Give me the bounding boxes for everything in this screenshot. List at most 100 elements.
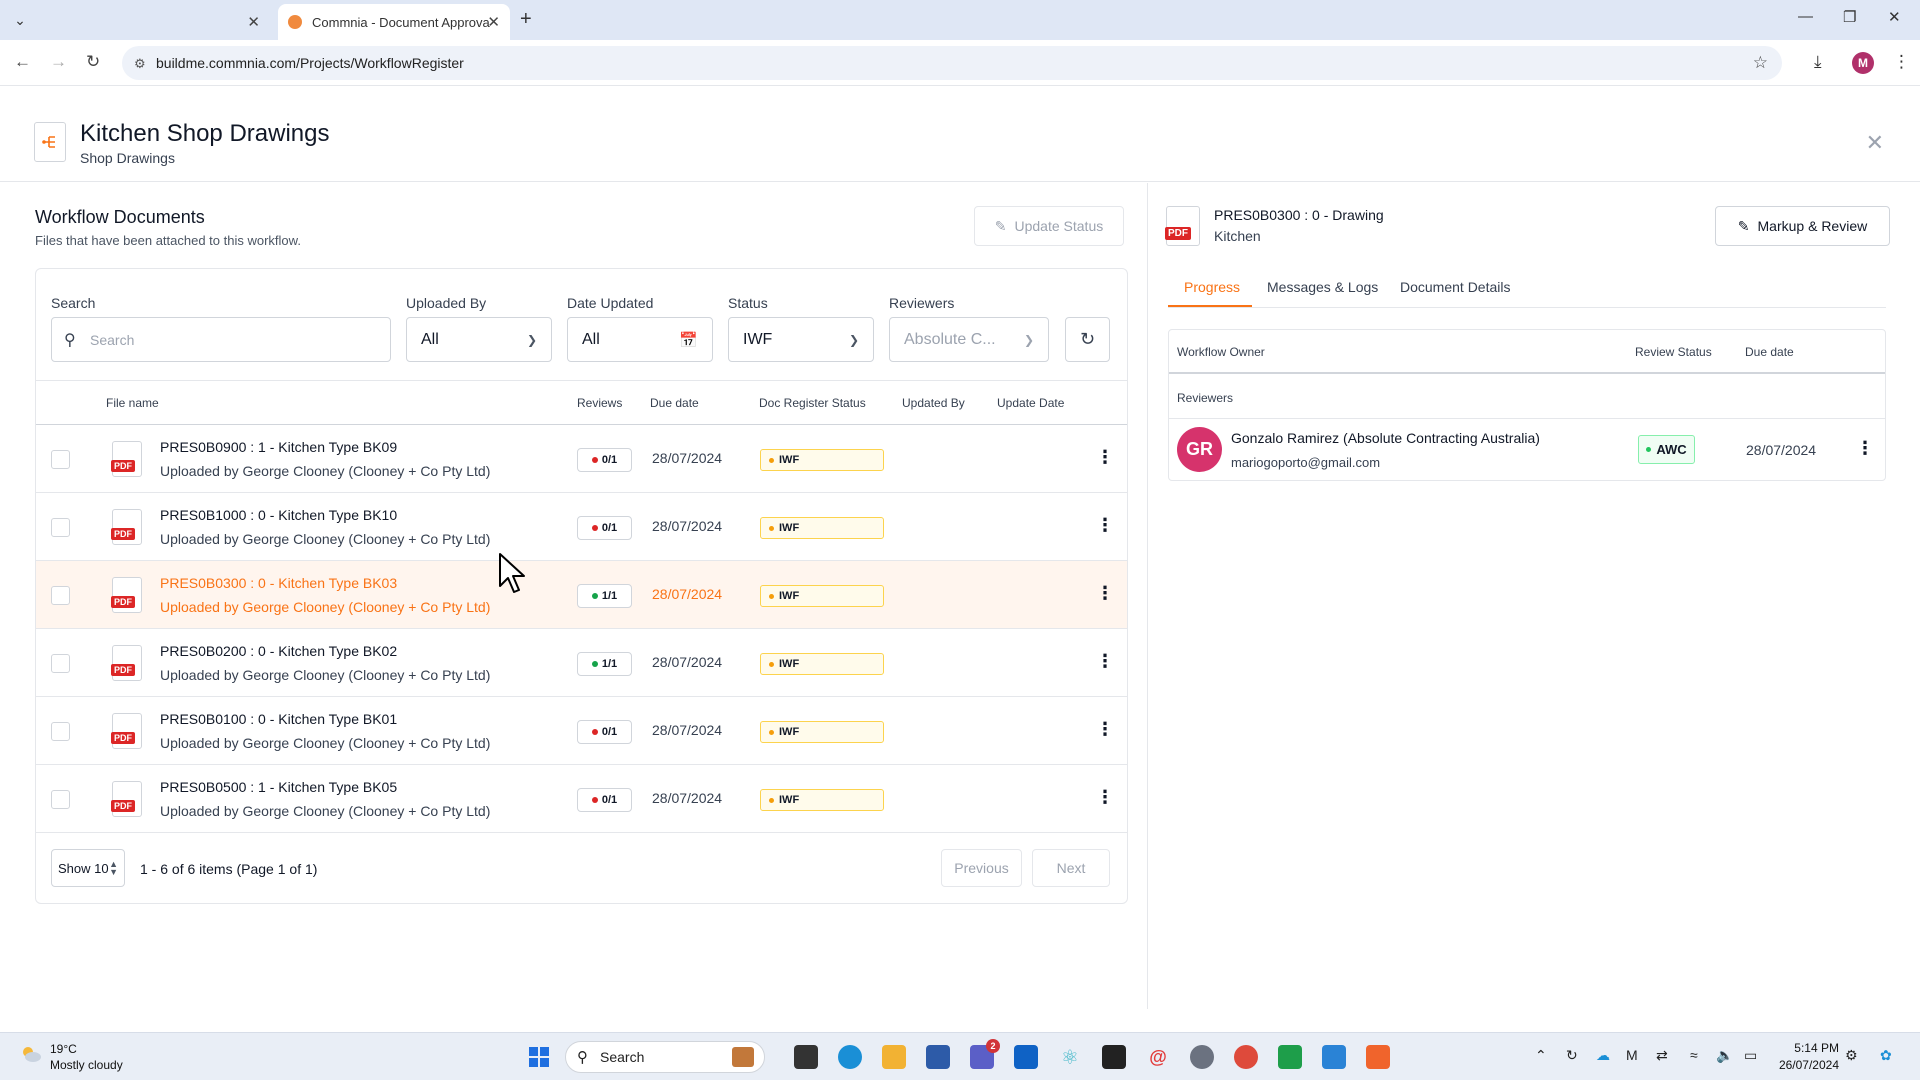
- row-checkbox[interactable]: [51, 518, 70, 537]
- back-icon[interactable]: ←: [14, 52, 31, 72]
- react-icon[interactable]: ⚛: [1058, 1045, 1082, 1069]
- profile-avatar[interactable]: M: [1852, 52, 1874, 74]
- site-info-icon[interactable]: ⚙: [134, 56, 146, 72]
- onedrive-icon[interactable]: ☁: [1596, 1047, 1610, 1064]
- column-due-date[interactable]: Due date: [650, 396, 699, 410]
- new-tab-icon[interactable]: +: [520, 8, 532, 31]
- wifi-icon[interactable]: ≈: [1690, 1047, 1698, 1063]
- terminal-icon[interactable]: [1102, 1045, 1126, 1069]
- uploaded-by-text: Uploaded by George Clooney (Clooney + Co…: [160, 735, 491, 751]
- orange-app-icon[interactable]: [1366, 1045, 1390, 1069]
- row-more-icon[interactable]: ⋮: [1096, 583, 1114, 604]
- table-row[interactable]: PDF PRES0B1000 : 0 - Kitchen Type BK10 U…: [36, 493, 1127, 561]
- blue-app-icon[interactable]: [1322, 1045, 1346, 1069]
- pdf-file-icon: PDF: [111, 577, 142, 613]
- forward-icon[interactable]: →: [50, 52, 67, 72]
- at-sign-icon[interactable]: @: [1146, 1045, 1170, 1069]
- column-update-date[interactable]: Update Date: [997, 396, 1064, 410]
- edge-icon[interactable]: [838, 1045, 862, 1069]
- battery-icon[interactable]: ▭: [1744, 1047, 1757, 1064]
- file-name[interactable]: PRES0B0300 : 0 - Kitchen Type BK03: [160, 575, 397, 591]
- download-icon[interactable]: ⤓: [1814, 52, 1822, 72]
- reviewer-more-icon[interactable]: ⋮: [1856, 438, 1874, 459]
- network-transfer-icon[interactable]: ⇄: [1656, 1047, 1668, 1064]
- markup-review-button[interactable]: ✎ Markup & Review: [1715, 206, 1890, 246]
- column-reviews[interactable]: Reviews: [577, 396, 622, 410]
- tab-messages-logs[interactable]: Messages & Logs: [1267, 279, 1378, 295]
- taskbar-search[interactable]: ⚲ Search: [565, 1041, 765, 1073]
- row-checkbox[interactable]: [51, 790, 70, 809]
- file-name[interactable]: PRES0B1000 : 0 - Kitchen Type BK10: [160, 507, 397, 523]
- status-select[interactable]: IWF ❯: [728, 317, 874, 362]
- restore-icon[interactable]: ❐: [1843, 8, 1856, 26]
- volume-icon[interactable]: 🔈: [1716, 1047, 1733, 1064]
- browser-menu-icon[interactable]: ⋮: [1893, 52, 1910, 72]
- gmail-icon[interactable]: M: [1626, 1047, 1638, 1063]
- table-row[interactable]: PDF PRES0B0200 : 0 - Kitchen Type BK02 U…: [36, 629, 1127, 697]
- sync-icon[interactable]: ↻: [1566, 1047, 1578, 1064]
- table-row[interactable]: PDF PRES0B0100 : 0 - Kitchen Type BK01 U…: [36, 697, 1127, 765]
- uploaded-by-text: Uploaded by George Clooney (Clooney + Co…: [160, 531, 491, 547]
- window-close-icon[interactable]: ✕: [1888, 8, 1901, 26]
- row-more-icon[interactable]: ⋮: [1096, 787, 1114, 808]
- uploaded-by-select[interactable]: All ❯: [406, 317, 552, 362]
- file-explorer-icon[interactable]: [882, 1045, 906, 1069]
- row-more-icon[interactable]: ⋮: [1096, 651, 1114, 672]
- row-checkbox[interactable]: [51, 722, 70, 741]
- update-status-button[interactable]: ✎ Update Status: [974, 206, 1124, 246]
- file-name[interactable]: PRES0B0100 : 0 - Kitchen Type BK01: [160, 711, 397, 727]
- windows-start-icon[interactable]: [527, 1045, 551, 1069]
- browser-tab-inactive[interactable]: ✕: [30, 4, 270, 40]
- close-panel-icon[interactable]: ✕: [1866, 130, 1884, 156]
- task-view-icon[interactable]: [794, 1045, 818, 1069]
- row-more-icon[interactable]: ⋮: [1096, 719, 1114, 740]
- row-checkbox[interactable]: [51, 450, 70, 469]
- file-name[interactable]: PRES0B0200 : 0 - Kitchen Type BK02: [160, 643, 397, 659]
- teams-icon[interactable]: 2: [970, 1039, 1000, 1069]
- previous-page-button[interactable]: Previous: [941, 849, 1022, 887]
- table-row[interactable]: PDF PRES0B0900 : 1 - Kitchen Type BK09 U…: [36, 425, 1127, 493]
- notifications-icon[interactable]: ⚙: [1845, 1047, 1858, 1064]
- bookmark-star-icon[interactable]: ☆: [1753, 53, 1768, 73]
- close-tab-icon[interactable]: ✕: [487, 13, 500, 31]
- column-updated-by[interactable]: Updated By: [902, 396, 965, 410]
- tab-search-icon[interactable]: ⌄: [8, 8, 32, 32]
- chrome-icon[interactable]: [1234, 1045, 1258, 1069]
- weather-temperature[interactable]: 19°C: [50, 1042, 77, 1056]
- reload-icon[interactable]: ↻: [86, 52, 100, 72]
- clock-time[interactable]: 5:14 PM: [1775, 1041, 1839, 1055]
- copilot-icon[interactable]: ✿: [1880, 1047, 1892, 1064]
- calendar-icon[interactable]: 📅: [679, 331, 698, 349]
- table-row[interactable]: PDF PRES0B0500 : 1 - Kitchen Type BK05 U…: [36, 765, 1127, 833]
- row-checkbox[interactable]: [51, 654, 70, 673]
- weather-cloudy-icon: [23, 1047, 41, 1062]
- row-checkbox[interactable]: [51, 586, 70, 605]
- refresh-button[interactable]: ↻: [1065, 317, 1110, 362]
- row-more-icon[interactable]: ⋮: [1096, 447, 1114, 468]
- table-row-selected[interactable]: PDF PRES0B0300 : 0 - Kitchen Type BK03 U…: [36, 561, 1127, 629]
- chevron-up-icon[interactable]: ⌃: [1535, 1047, 1547, 1064]
- row-more-icon[interactable]: ⋮: [1096, 515, 1114, 536]
- search-input[interactable]: ⚲ Search: [51, 317, 391, 362]
- file-name[interactable]: PRES0B0900 : 1 - Kitchen Type BK09: [160, 439, 397, 455]
- tab-document-details[interactable]: Document Details: [1400, 279, 1511, 295]
- weather-description[interactable]: Mostly cloudy: [50, 1058, 123, 1072]
- clock-date[interactable]: 26/07/2024: [1775, 1058, 1839, 1072]
- column-file-name[interactable]: File name: [106, 396, 159, 410]
- tab-progress[interactable]: Progress: [1184, 279, 1240, 295]
- next-page-button[interactable]: Next: [1032, 849, 1110, 887]
- uploaded-by-value: All: [421, 330, 439, 348]
- date-updated-picker[interactable]: All 📅: [567, 317, 713, 362]
- column-doc-register-status[interactable]: Doc Register Status: [759, 396, 866, 410]
- close-tab-icon[interactable]: ✕: [247, 13, 260, 31]
- reviewers-select[interactable]: Absolute C... ❯: [889, 317, 1049, 362]
- page-size-select[interactable]: Show 10 ▲ ▼: [51, 849, 125, 887]
- green-app-icon[interactable]: [1278, 1045, 1302, 1069]
- address-bar[interactable]: ⚙ buildme.commnia.com/Projects/WorkflowR…: [122, 46, 1782, 80]
- settings-icon[interactable]: [1190, 1045, 1214, 1069]
- store-icon[interactable]: [926, 1045, 950, 1069]
- file-name[interactable]: PRES0B0500 : 1 - Kitchen Type BK05: [160, 779, 397, 795]
- minimize-icon[interactable]: —: [1798, 8, 1813, 25]
- outlook-icon[interactable]: [1014, 1045, 1038, 1069]
- browser-tab-active[interactable]: Commnia - Document Approva ✕: [278, 4, 510, 40]
